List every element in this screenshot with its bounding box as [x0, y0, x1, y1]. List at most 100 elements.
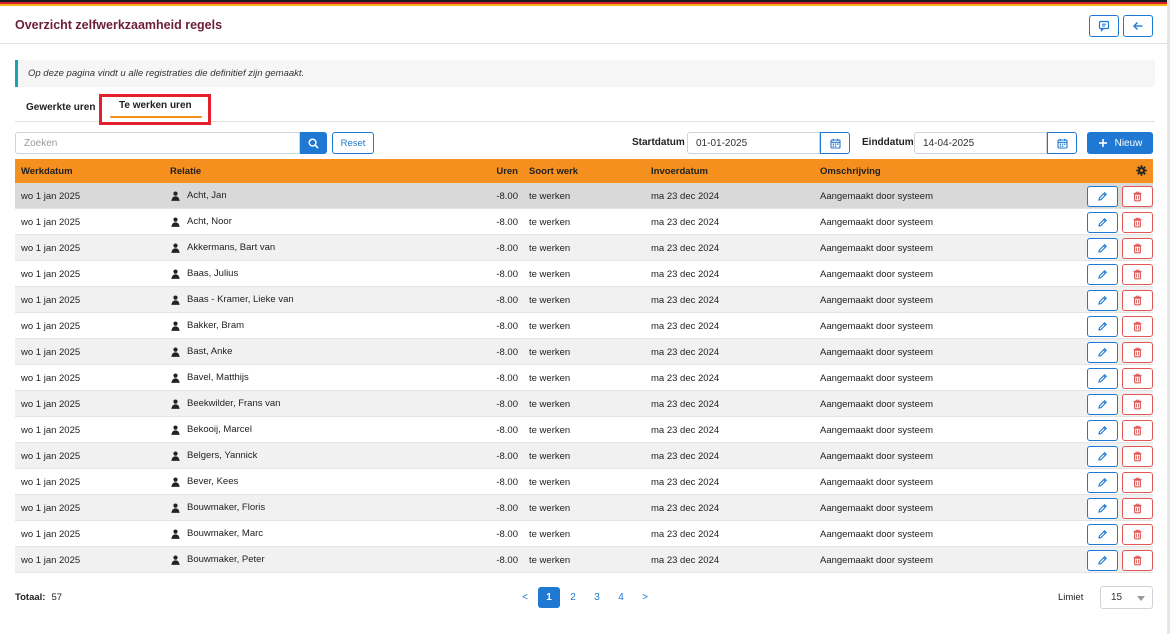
new-button[interactable]: Nieuw — [1087, 132, 1153, 154]
cell-invoerdatum: ma 23 dec 2024 — [651, 555, 720, 566]
delete-button[interactable] — [1122, 420, 1153, 441]
table-row[interactable]: wo 1 jan 2025 Bast, Anke -8.00 te werken ma … — [15, 339, 1153, 365]
cell-werkdatum: wo 1 jan 2025 — [21, 295, 81, 306]
edit-button[interactable] — [1087, 186, 1118, 207]
edit-button[interactable] — [1087, 524, 1118, 545]
table-row[interactable]: wo 1 jan 2025 Bakker, Bram -8.00 te werken m… — [15, 313, 1153, 339]
page-button-4[interactable]: 4 — [610, 587, 632, 608]
next-page-button[interactable]: > — [634, 587, 656, 608]
table-row[interactable]: wo 1 jan 2025 Beekwilder, Frans van -8.00 t… — [15, 391, 1153, 417]
end-date-picker-button[interactable] — [1047, 132, 1077, 154]
cell-relatie[interactable]: Acht, Jan — [171, 190, 227, 201]
feedback-button[interactable] — [1089, 15, 1119, 37]
delete-button[interactable] — [1122, 316, 1153, 337]
cell-relatie[interactable]: Baas - Kramer, Lieke van — [171, 294, 294, 305]
cell-soort-werk: te werken — [529, 425, 571, 436]
back-button[interactable] — [1123, 15, 1153, 37]
edit-button[interactable] — [1087, 316, 1118, 337]
end-date-input[interactable] — [914, 132, 1047, 154]
table-row[interactable]: wo 1 jan 2025 Bouwmaker, Marc -8.00 te werk… — [15, 521, 1153, 547]
table-body: wo 1 jan 2025 Acht, Jan -8.00 te werken ma 2… — [15, 183, 1153, 573]
edit-button[interactable] — [1087, 212, 1118, 233]
table-row[interactable]: wo 1 jan 2025 Bekooij, Marcel -8.00 te werk… — [15, 417, 1153, 443]
table-row[interactable]: wo 1 jan 2025 Belgers, Yannick -8.00 te wer… — [15, 443, 1153, 469]
table-row[interactable]: wo 1 jan 2025 Baas, Julius -8.00 te werken m… — [15, 261, 1153, 287]
page-button-2[interactable]: 2 — [562, 587, 584, 608]
cell-uren: -8.00 — [496, 425, 518, 436]
col-uren[interactable]: Uren — [458, 166, 518, 177]
cell-relatie[interactable]: Akkermans, Bart van — [171, 242, 275, 253]
person-icon — [171, 555, 180, 565]
cell-relatie[interactable]: Baas, Julius — [171, 268, 238, 279]
search-icon — [308, 137, 319, 149]
cell-relatie[interactable]: Acht, Noor — [171, 216, 232, 227]
edit-button[interactable] — [1087, 550, 1118, 571]
delete-button[interactable] — [1122, 264, 1153, 285]
search-input[interactable] — [15, 132, 300, 154]
table-row[interactable]: wo 1 jan 2025 Bouwmaker, Peter -8.00 te wer… — [15, 547, 1153, 573]
tab-gewerkte-uren[interactable]: Gewerkte uren — [26, 102, 95, 113]
limit-select[interactable]: 15 — [1100, 586, 1153, 609]
cell-relatie[interactable]: Bakker, Bram — [171, 320, 244, 331]
reset-button[interactable]: Reset — [332, 132, 374, 154]
edit-button[interactable] — [1087, 290, 1118, 311]
tab-te-werken-uren[interactable]: Te werken uren — [99, 94, 211, 125]
delete-button[interactable] — [1122, 394, 1153, 415]
edit-button[interactable] — [1087, 420, 1118, 441]
table-row[interactable]: wo 1 jan 2025 Akkermans, Bart van -8.00 te … — [15, 235, 1153, 261]
table-row[interactable]: wo 1 jan 2025 Acht, Jan -8.00 te werken ma 2… — [15, 183, 1153, 209]
edit-button[interactable] — [1087, 238, 1118, 259]
edit-button[interactable] — [1087, 342, 1118, 363]
col-invoerdatum[interactable]: Invoerdatum — [651, 166, 708, 177]
edit-button[interactable] — [1087, 394, 1118, 415]
relatie-name: Bavel, Matthijs — [187, 372, 249, 383]
col-soort-werk[interactable]: Soort werk — [529, 166, 578, 177]
col-relatie[interactable]: Relatie — [170, 166, 201, 177]
cell-soort-werk: te werken — [529, 373, 571, 384]
start-date-input[interactable] — [687, 132, 820, 154]
pencil-icon — [1098, 374, 1107, 383]
cell-relatie[interactable]: Bever, Kees — [171, 476, 238, 487]
delete-button[interactable] — [1122, 238, 1153, 259]
delete-button[interactable] — [1122, 446, 1153, 467]
table-row[interactable]: wo 1 jan 2025 Baas - Kramer, Lieke van -8.… — [15, 287, 1153, 313]
cell-relatie[interactable]: Beekwilder, Frans van — [171, 398, 280, 409]
edit-button[interactable] — [1087, 472, 1118, 493]
delete-button[interactable] — [1122, 524, 1153, 545]
delete-button[interactable] — [1122, 342, 1153, 363]
table-row[interactable]: wo 1 jan 2025 Bever, Kees -8.00 te werken ma… — [15, 469, 1153, 495]
delete-button[interactable] — [1122, 290, 1153, 311]
edit-button[interactable] — [1087, 446, 1118, 467]
search-button[interactable] — [300, 132, 327, 154]
cell-soort-werk: te werken — [529, 399, 571, 410]
cell-relatie[interactable]: Bouwmaker, Floris — [171, 502, 265, 513]
delete-button[interactable] — [1122, 550, 1153, 571]
table-row[interactable]: wo 1 jan 2025 Acht, Noor -8.00 te werken ma … — [15, 209, 1153, 235]
page-button-3[interactable]: 3 — [586, 587, 608, 608]
col-werkdatum[interactable]: Werkdatum — [21, 166, 73, 177]
delete-button[interactable] — [1122, 472, 1153, 493]
gear-icon[interactable] — [1136, 165, 1147, 176]
edit-button[interactable] — [1087, 498, 1118, 519]
pencil-icon — [1098, 504, 1107, 513]
cell-relatie[interactable]: Bavel, Matthijs — [171, 372, 249, 383]
delete-button[interactable] — [1122, 498, 1153, 519]
edit-button[interactable] — [1087, 264, 1118, 285]
cell-werkdatum: wo 1 jan 2025 — [21, 347, 81, 358]
delete-button[interactable] — [1122, 212, 1153, 233]
table-row[interactable]: wo 1 jan 2025 Bavel, Matthijs -8.00 te werk… — [15, 365, 1153, 391]
cell-invoerdatum: ma 23 dec 2024 — [651, 295, 720, 306]
delete-button[interactable] — [1122, 368, 1153, 389]
prev-page-button[interactable]: < — [514, 587, 536, 608]
table-row[interactable]: wo 1 jan 2025 Bouwmaker, Floris -8.00 te we… — [15, 495, 1153, 521]
col-omschrijving[interactable]: Omschrijving — [820, 166, 881, 177]
cell-relatie[interactable]: Bouwmaker, Marc — [171, 528, 263, 539]
cell-relatie[interactable]: Bast, Anke — [171, 346, 232, 357]
start-date-picker-button[interactable] — [820, 132, 850, 154]
page-button-1[interactable]: 1 — [538, 587, 560, 608]
cell-relatie[interactable]: Bekooij, Marcel — [171, 424, 252, 435]
cell-relatie[interactable]: Bouwmaker, Peter — [171, 554, 265, 565]
cell-relatie[interactable]: Belgers, Yannick — [171, 450, 257, 461]
edit-button[interactable] — [1087, 368, 1118, 389]
delete-button[interactable] — [1122, 186, 1153, 207]
